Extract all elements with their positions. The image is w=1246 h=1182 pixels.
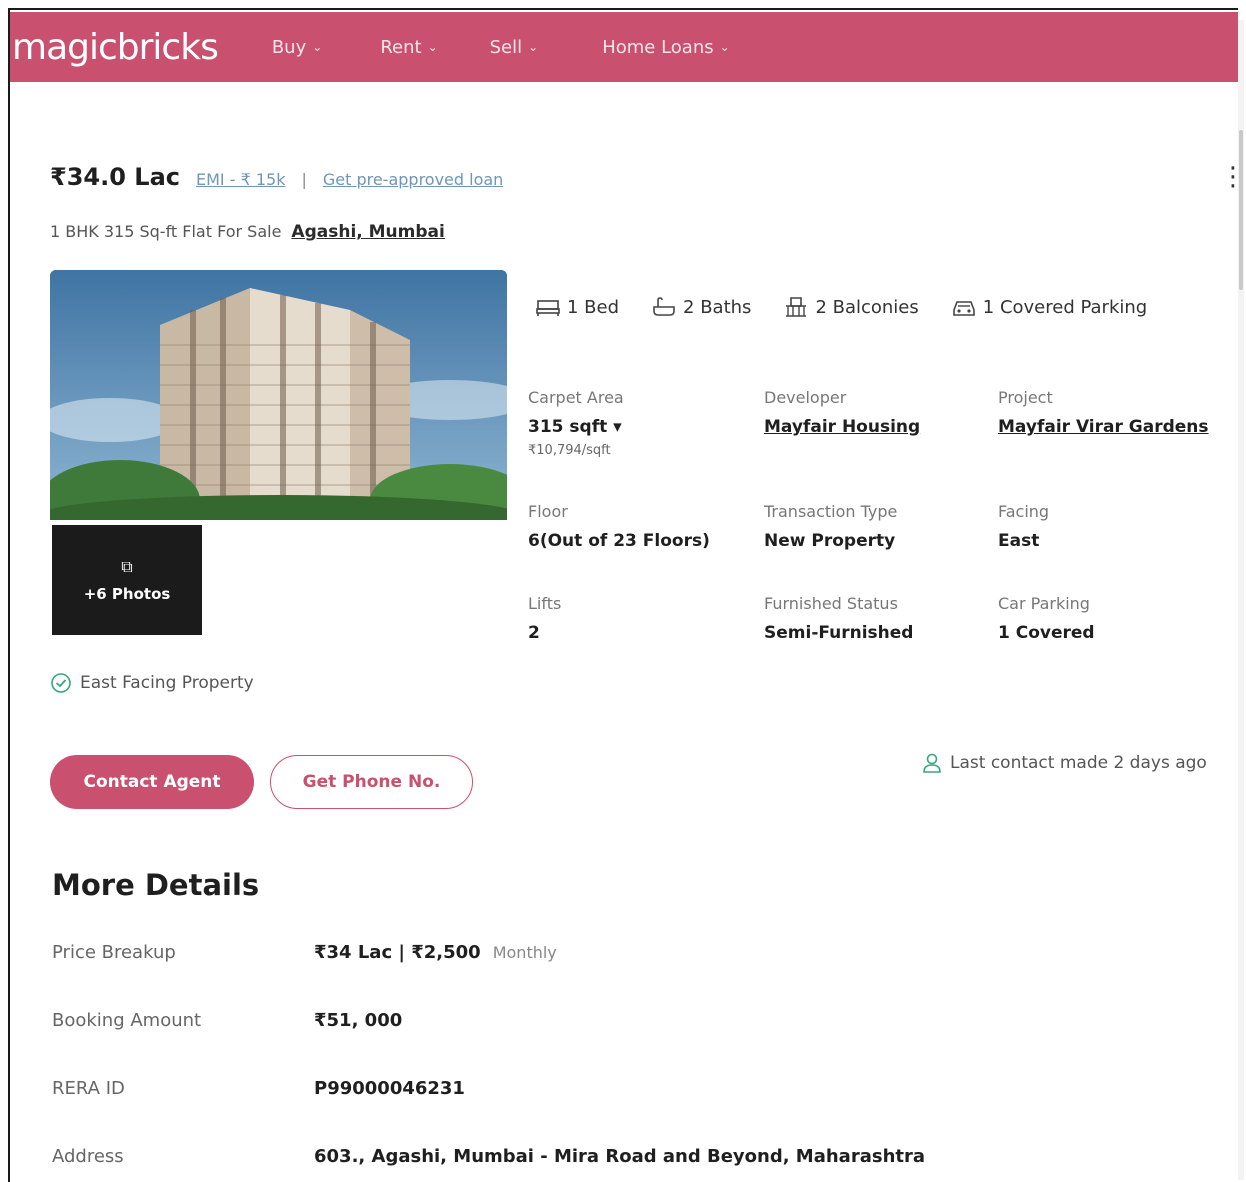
furnished-status-label: Furnished Status bbox=[764, 594, 898, 613]
window-left-border bbox=[8, 10, 10, 1182]
amenity-parking: 1 Covered Parking bbox=[951, 296, 1147, 318]
price-breakup-label: Price Breakup bbox=[52, 942, 176, 963]
more-options-icon[interactable]: ⋮ bbox=[1220, 162, 1246, 192]
bed-icon bbox=[536, 300, 560, 316]
parking-count: 1 Covered Parking bbox=[982, 296, 1148, 318]
nav-buy[interactable]: Buy ⌄ bbox=[272, 37, 322, 58]
rera-id-value: P99000046231 bbox=[314, 1078, 465, 1099]
pre-approved-loan-link[interactable]: Get pre-approved loan bbox=[323, 170, 503, 189]
emi-link[interactable]: EMI - ₹ 15k bbox=[196, 170, 285, 189]
spec-developer: Developer Mayfair Housing bbox=[764, 388, 994, 437]
bath-icon bbox=[653, 297, 675, 316]
spec-project: Project Mayfair Virar Gardens bbox=[998, 388, 1228, 437]
car-parking-label: Car Parking bbox=[998, 594, 1090, 613]
furnished-status-value: Semi-Furnished bbox=[764, 623, 914, 643]
lifts-label: Lifts bbox=[528, 594, 562, 613]
spec-facing: Facing East bbox=[998, 502, 1228, 551]
balconies-count: 2 Balconies bbox=[815, 296, 919, 318]
nav-sell-label: Sell bbox=[489, 36, 523, 58]
booking-amount-label: Booking Amount bbox=[52, 1010, 202, 1031]
transaction-type-label: Transaction Type bbox=[764, 502, 898, 521]
spec-floor: Floor 6(Out of 23 Floors) bbox=[528, 502, 758, 551]
car-parking-value: 1 Covered bbox=[998, 623, 1095, 643]
developer-label: Developer bbox=[764, 388, 847, 407]
facing-note-text: East Facing Property bbox=[80, 673, 254, 693]
detail-booking-amount: Booking Amount ₹51, 000 bbox=[52, 1010, 1202, 1031]
spec-car-parking: Car Parking 1 Covered bbox=[998, 594, 1228, 643]
spec-carpet-area: Carpet Area 315 sqft ▾ ₹10,794/sqft bbox=[528, 388, 758, 458]
balcony-icon bbox=[786, 297, 807, 317]
listing-type: 1 BHK 315 Sq-ft Flat For Sale bbox=[50, 222, 282, 241]
listing-subtitle: 1 BHK 315 Sq-ft Flat For Sale Agashi, Mu… bbox=[50, 222, 445, 242]
transaction-type-value: New Property bbox=[764, 531, 896, 551]
amenity-bed: 1 Bed bbox=[535, 296, 619, 318]
last-contact-text: Last contact made 2 days ago bbox=[950, 753, 1207, 773]
amenities-row: 1 Bed 2 Baths 2 Balconies 1 Covered Park… bbox=[535, 296, 1147, 318]
bed-count: 1 Bed bbox=[567, 296, 620, 318]
facing-value: East bbox=[998, 531, 1040, 551]
carpet-area-label: Carpet Area bbox=[528, 388, 624, 407]
nav-rent[interactable]: Rent ⌄ bbox=[380, 37, 437, 58]
amenity-balconies: 2 Balconies bbox=[783, 296, 919, 318]
facing-note: East Facing Property bbox=[50, 672, 254, 694]
price-breakup-amount: ₹34 Lac | ₹2,500 bbox=[314, 942, 481, 963]
price-per-sqft: ₹10,794/sqft bbox=[528, 443, 611, 458]
property-photo[interactable] bbox=[50, 270, 507, 520]
check-circle-icon bbox=[51, 673, 71, 693]
top-navbar: magicbricks Buy ⌄ Rent ⌄ Sell ⌄ Home Loa… bbox=[10, 12, 1238, 82]
nav-home-loans[interactable]: Home Loans ⌄ bbox=[602, 37, 729, 58]
get-phone-button[interactable]: Get Phone No. bbox=[270, 755, 473, 809]
nav-rent-label: Rent bbox=[380, 36, 422, 58]
more-details-heading: More Details bbox=[52, 868, 260, 902]
chevron-down-icon: ⌄ bbox=[312, 40, 323, 54]
more-photos-button[interactable]: ⧉ +6 Photos bbox=[52, 525, 202, 635]
magicbricks-logo[interactable]: magicbricks bbox=[12, 27, 219, 68]
spec-furnished-status: Furnished Status Semi-Furnished bbox=[764, 594, 994, 643]
price-breakup-note: Monthly bbox=[492, 943, 557, 962]
rera-id-label: RERA ID bbox=[52, 1078, 125, 1099]
facing-label: Facing bbox=[998, 502, 1050, 521]
detail-rera-id: RERA ID P99000046231 bbox=[52, 1078, 1202, 1099]
address-value: 603., Agashi, Mumbai - Mira Road and Bey… bbox=[314, 1146, 926, 1167]
lifts-value: 2 bbox=[528, 623, 540, 643]
price-row: ₹34.0 Lac EMI - ₹ 15k | Get pre-approved… bbox=[50, 163, 503, 191]
scrollbar-thumb[interactable] bbox=[1239, 130, 1243, 290]
listing-price: ₹34.0 Lac bbox=[50, 163, 180, 191]
spec-transaction-type: Transaction Type New Property bbox=[764, 502, 994, 551]
separator: | bbox=[301, 170, 307, 189]
car-icon bbox=[952, 301, 975, 316]
address-label: Address bbox=[52, 1146, 124, 1167]
baths-count: 2 Baths bbox=[683, 296, 752, 318]
price-breakup-value: ₹34 Lac | ₹2,500 Monthly bbox=[314, 942, 557, 963]
window-top-border bbox=[8, 8, 1238, 10]
nav-home-loans-label: Home Loans bbox=[602, 36, 714, 58]
detail-price-breakup: Price Breakup ₹34 Lac | ₹2,500 Monthly bbox=[52, 942, 1202, 963]
nav-sell[interactable]: Sell ⌄ bbox=[490, 37, 539, 58]
chevron-down-icon: ⌄ bbox=[719, 40, 730, 54]
photos-count: +6 Photos bbox=[83, 585, 171, 603]
contact-agent-button[interactable]: Contact Agent bbox=[50, 755, 254, 809]
detail-address: Address 603., Agashi, Mumbai - Mira Road… bbox=[52, 1146, 1202, 1167]
carpet-area-value[interactable]: 315 sqft ▾ bbox=[528, 417, 758, 437]
user-icon bbox=[923, 753, 941, 773]
spec-lifts: Lifts 2 bbox=[528, 594, 758, 643]
building-image bbox=[50, 270, 507, 520]
booking-amount-value: ₹51, 000 bbox=[314, 1010, 403, 1031]
project-link[interactable]: Mayfair Virar Gardens bbox=[998, 417, 1228, 437]
amenity-baths: 2 Baths bbox=[651, 296, 751, 318]
last-contact-info: Last contact made 2 days ago bbox=[922, 752, 1207, 774]
floor-label: Floor bbox=[528, 502, 568, 521]
gallery-icon: ⧉ bbox=[121, 557, 133, 576]
chevron-down-icon: ⌄ bbox=[427, 40, 438, 54]
developer-link[interactable]: Mayfair Housing bbox=[764, 417, 994, 437]
project-label: Project bbox=[998, 388, 1053, 407]
floor-value: 6(Out of 23 Floors) bbox=[528, 531, 710, 551]
location-link[interactable]: Agashi, Mumbai bbox=[291, 222, 444, 242]
nav-buy-label: Buy bbox=[271, 36, 307, 58]
chevron-down-icon: ⌄ bbox=[528, 40, 539, 54]
